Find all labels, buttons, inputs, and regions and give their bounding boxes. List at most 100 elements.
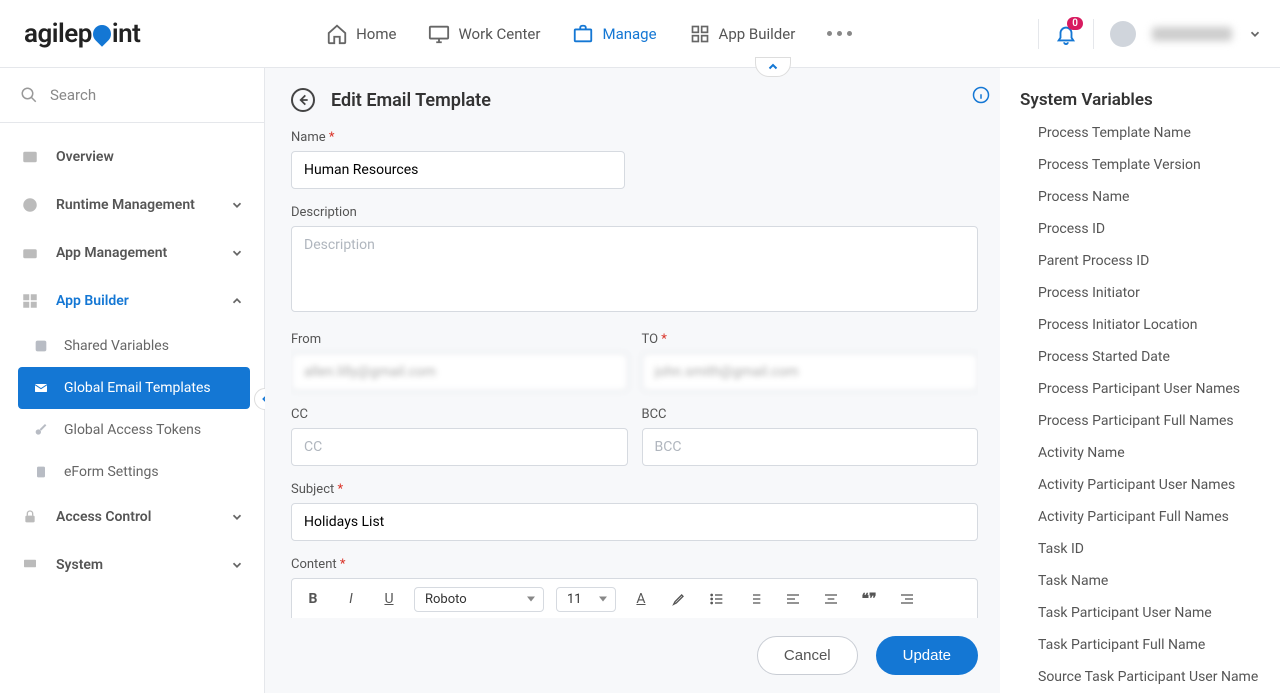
- notification-badge: 0: [1067, 17, 1083, 30]
- sidebar-item-label: App Management: [56, 245, 167, 261]
- nav-home[interactable]: Home: [326, 23, 396, 45]
- system-variable-item[interactable]: Task Participant Full Name: [1038, 634, 1266, 656]
- key-icon: [32, 421, 50, 439]
- input-name[interactable]: [291, 151, 625, 189]
- system-variables-title: System Variables: [1020, 90, 1266, 110]
- label-cc: CC: [291, 407, 628, 422]
- input-bcc[interactable]: [642, 428, 979, 466]
- system-variables-panel: System Variables Process Template NamePr…: [1000, 68, 1280, 693]
- sidebar-sub-email-templates[interactable]: Global Email Templates: [18, 367, 250, 409]
- system-variable-item[interactable]: Parent Process ID: [1038, 250, 1266, 272]
- highlight-button[interactable]: [666, 585, 692, 613]
- avatar[interactable]: [1110, 21, 1136, 47]
- text-color-button[interactable]: A: [628, 585, 654, 613]
- monitor-icon: [428, 23, 450, 45]
- variable-icon: [32, 337, 50, 355]
- page-title: Edit Email Template: [331, 90, 491, 111]
- system-variable-item[interactable]: Task Name: [1038, 570, 1266, 592]
- sidebar-sub-shared-variables[interactable]: Shared Variables: [18, 325, 250, 367]
- sidebar-item-runtime[interactable]: Runtime Management: [0, 181, 264, 229]
- sidebar-sub-access-tokens[interactable]: Global Access Tokens: [18, 409, 250, 451]
- notifications-button[interactable]: 0: [1055, 23, 1077, 45]
- system-variable-item[interactable]: Activity Participant Full Names: [1038, 506, 1266, 528]
- field-content: Content B I U Roboto 11 A: [291, 557, 978, 618]
- update-button[interactable]: Update: [876, 636, 978, 675]
- system-variable-item[interactable]: Process Template Version: [1038, 154, 1266, 176]
- nav-manage[interactable]: Manage: [572, 23, 656, 45]
- system-variable-item[interactable]: Task Participant User Name: [1038, 602, 1266, 624]
- system-variable-item[interactable]: Process Initiator: [1038, 282, 1266, 304]
- system-variables-list: Process Template Name Process Template Ve…: [1020, 122, 1266, 693]
- sidebar-item-system[interactable]: System: [0, 541, 264, 589]
- system-variable-item[interactable]: Source Task Participant User Name: [1038, 666, 1266, 688]
- italic-button[interactable]: I: [338, 585, 364, 613]
- chevron-down-icon[interactable]: [1248, 27, 1262, 41]
- form-scroll[interactable]: Name Description From TO: [291, 130, 978, 618]
- quote-button[interactable]: ❝❞: [856, 585, 882, 613]
- field-bcc: BCC: [642, 407, 979, 466]
- system-variable-item[interactable]: Activity Name: [1038, 442, 1266, 464]
- search-icon: [20, 86, 38, 104]
- font-size-select[interactable]: 11: [556, 587, 616, 612]
- search-input[interactable]: Search: [0, 68, 264, 123]
- nav-more[interactable]: [827, 31, 852, 36]
- nav-home-label: Home: [356, 25, 396, 43]
- editor-toolbar: B I U Roboto 11 A ❝❞: [291, 578, 978, 618]
- back-button[interactable]: [291, 88, 315, 112]
- sidebar-item-app-builder[interactable]: App Builder: [0, 277, 264, 325]
- input-to[interactable]: [642, 353, 979, 391]
- sidebar-item-access-control[interactable]: Access Control: [0, 493, 264, 541]
- info-button[interactable]: [972, 86, 990, 104]
- form-actions: Cancel Update: [291, 618, 992, 693]
- sidebar-item-overview[interactable]: Overview: [0, 133, 264, 181]
- system-variable-item[interactable]: Process Initiator Location: [1038, 314, 1266, 336]
- system-variable-item[interactable]: Process Name: [1038, 186, 1266, 208]
- arrow-left-icon: [296, 93, 310, 107]
- input-description[interactable]: [291, 226, 978, 312]
- sidebar-item-app-management[interactable]: App Management: [0, 229, 264, 277]
- top-right: 0: [1038, 19, 1262, 49]
- lock-icon: [20, 507, 40, 527]
- field-to: TO: [642, 332, 979, 391]
- main-layout: Search Overview Runtime Management App M…: [0, 68, 1280, 693]
- clipboard-icon: [32, 463, 50, 481]
- clock-icon: [20, 195, 40, 215]
- chevron-down-icon: [230, 246, 244, 260]
- system-variable-item[interactable]: Process Started Date: [1038, 346, 1266, 368]
- align-center-button[interactable]: [818, 585, 844, 613]
- chevron-down-icon: [230, 558, 244, 572]
- sidebar-item-label: Runtime Management: [56, 197, 195, 213]
- system-variable-item[interactable]: Process Template Name: [1038, 122, 1266, 144]
- nav-appbuilder-label: App Builder: [719, 25, 796, 43]
- system-variable-item[interactable]: Process ID: [1038, 218, 1266, 240]
- font-family-select[interactable]: Roboto: [414, 587, 544, 612]
- input-cc[interactable]: [291, 428, 628, 466]
- system-variable-item[interactable]: Process Participant Full Names: [1038, 410, 1266, 432]
- chart-icon: [20, 147, 40, 167]
- underline-button[interactable]: U: [376, 585, 402, 613]
- chevron-up-icon: [230, 294, 244, 308]
- system-variable-item[interactable]: Task ID: [1038, 538, 1266, 560]
- field-description: Description: [291, 205, 978, 316]
- numbered-list-button[interactable]: [742, 585, 768, 613]
- form-header: Edit Email Template: [291, 88, 992, 112]
- nav-work-center[interactable]: Work Center: [428, 23, 540, 45]
- sidebar-sub-eform[interactable]: eForm Settings: [18, 451, 250, 493]
- system-variable-item[interactable]: Activity Participant User Names: [1038, 474, 1266, 496]
- align-right-button[interactable]: [894, 585, 920, 613]
- bullet-list-button[interactable]: [704, 585, 730, 613]
- divider: [1093, 19, 1094, 49]
- sidebar-sub-label: Global Access Tokens: [64, 422, 201, 438]
- bold-button[interactable]: B: [300, 585, 326, 613]
- server-icon: [20, 555, 40, 575]
- align-left-button[interactable]: [780, 585, 806, 613]
- nav-app-builder[interactable]: App Builder: [689, 23, 796, 45]
- label-content: Content: [291, 557, 978, 572]
- input-from[interactable]: [291, 353, 628, 391]
- sidebar-sub-label: Shared Variables: [64, 338, 169, 354]
- field-cc: CC: [291, 407, 628, 466]
- form-area: Edit Email Template Name Description: [265, 68, 1000, 693]
- cancel-button[interactable]: Cancel: [757, 636, 858, 675]
- input-subject[interactable]: [291, 503, 978, 541]
- system-variable-item[interactable]: Process Participant User Names: [1038, 378, 1266, 400]
